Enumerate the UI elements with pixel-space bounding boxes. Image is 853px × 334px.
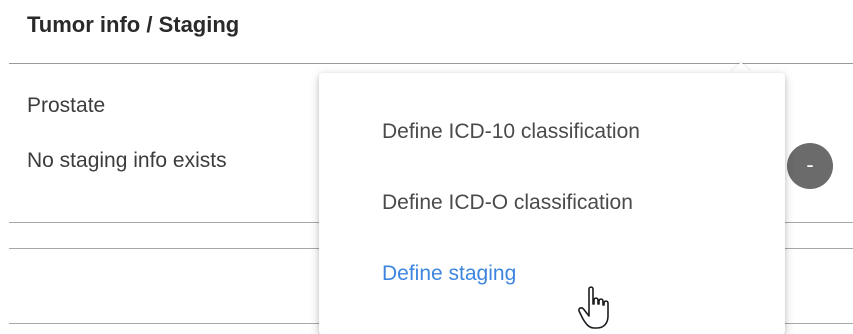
tumor-site-label: Prostate [27,94,106,117]
menu-item-define-icd10[interactable]: Define ICD-10 classification [382,120,640,144]
divider [9,63,853,64]
remove-button[interactable]: - [787,143,833,189]
actions-dropdown-menu: Define ICD-10 classification Define ICD-… [319,73,785,334]
section-title: Tumor info / Staging [27,12,240,37]
menu-item-define-staging[interactable]: Define staging [382,262,516,286]
menu-item-define-icdo[interactable]: Define ICD-O classification [382,191,633,215]
staging-status-text: No staging info exists [27,149,227,172]
tumor-staging-panel: Tumor info / Staging Prostate No staging… [0,0,853,334]
hand-pointer-icon [578,286,609,329]
